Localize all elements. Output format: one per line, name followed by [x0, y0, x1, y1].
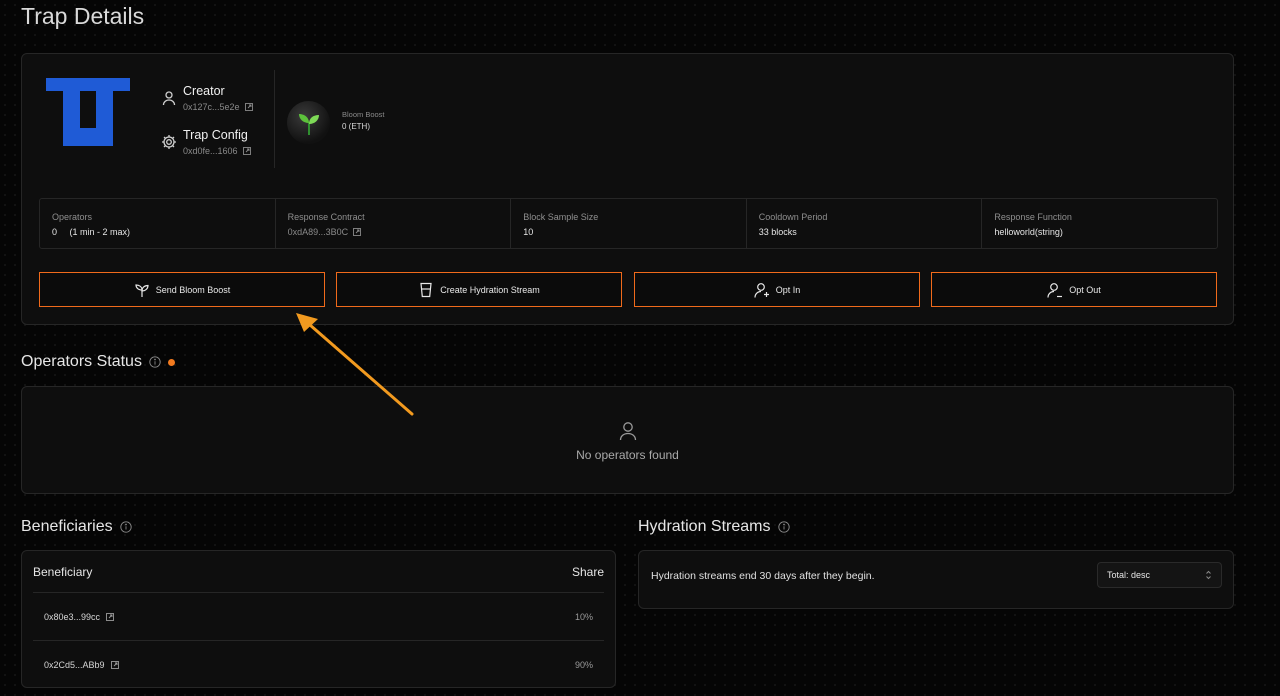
stat-value: 33 blocks	[758, 227, 797, 237]
table-header: Beneficiary Share	[33, 565, 604, 579]
bloom-boost-badge	[287, 101, 330, 144]
bloom-boost-label: Bloom Boost	[342, 110, 385, 119]
sort-select-value: Total: desc	[1107, 570, 1151, 580]
stat-response-function: Response Function helloworld(string)	[982, 199, 1217, 248]
divider	[274, 70, 275, 168]
create-hydration-stream-label: Create Hydration Stream	[440, 284, 540, 295]
external-link-icon[interactable]	[244, 103, 253, 111]
gear-icon	[162, 135, 176, 149]
stat-value: 10	[523, 227, 534, 237]
stat-label: Response Contract	[287, 212, 365, 222]
beneficiary-address[interactable]: 0x2Cd5...ABb9	[44, 660, 105, 670]
beneficiaries-table: Beneficiary Share 0x80e3...99cc 10% 0x2C…	[21, 550, 616, 688]
external-link-icon[interactable]	[110, 660, 119, 669]
table-row: 0x2Cd5...ABb9 90%	[33, 640, 604, 688]
operators-status-panel: No operators found	[21, 386, 1234, 494]
beneficiaries-heading: Beneficiaries	[21, 518, 132, 536]
creator-title: Creator	[183, 84, 225, 98]
hydration-streams-heading: Hydration Streams	[638, 518, 790, 536]
creator-info: Creator 0x127c...5e2e	[161, 84, 253, 112]
opt-out-label: Opt Out	[1069, 284, 1101, 295]
opt-out-button[interactable]: Opt Out	[931, 272, 1217, 307]
hydration-streams-text: Hydration streams end 30 days after they…	[651, 570, 875, 582]
stat-label: Response Function	[994, 212, 1072, 222]
beneficiaries-title: Beneficiaries	[21, 518, 113, 535]
stat-operators: Operators 0 (1 min - 2 max)	[40, 199, 276, 248]
trap-summary-card: Creator 0x127c...5e2e Trap Config 0xd0fe…	[21, 53, 1234, 325]
stat-value: helloworld(string)	[994, 227, 1063, 237]
info-icon[interactable]	[149, 356, 161, 368]
trap-config-info: Trap Config 0xd0fe...1606	[161, 128, 251, 156]
sprout-icon	[135, 283, 149, 297]
send-bloom-boost-button[interactable]: Send Bloom Boost	[39, 272, 325, 307]
column-header-beneficiary: Beneficiary	[33, 565, 93, 579]
user-icon	[162, 91, 176, 106]
glass-icon	[420, 282, 432, 297]
bloom-boost-value: 0 (ETH)	[342, 122, 370, 131]
response-contract-address[interactable]: 0xdA89...3B0C	[288, 227, 349, 237]
column-header-share: Share	[571, 565, 604, 579]
stat-label: Block Sample Size	[523, 212, 599, 222]
external-link-icon[interactable]	[353, 228, 362, 236]
stat-response-contract: Response Contract 0xdA89...3B0C	[276, 199, 512, 248]
user-minus-icon	[1047, 282, 1063, 298]
user-plus-icon	[754, 282, 769, 298]
hydration-streams-title: Hydration Streams	[638, 518, 771, 535]
opt-in-label: Opt In	[775, 284, 801, 295]
create-hydration-stream-button[interactable]: Create Hydration Stream	[336, 272, 622, 307]
user-icon	[619, 422, 636, 441]
page-title: Trap Details	[21, 3, 145, 29]
stats-row: Operators 0 (1 min - 2 max) Response Con…	[39, 198, 1218, 249]
operators-status-title: Operators Status	[21, 353, 142, 370]
chevron-up-down-icon	[1206, 570, 1211, 580]
trap-config-address[interactable]: 0xd0fe...1606	[183, 146, 238, 156]
stat-cooldown-period: Cooldown Period 33 blocks	[747, 199, 983, 248]
hydration-streams-panel: Hydration streams end 30 days after they…	[638, 550, 1234, 609]
send-bloom-boost-label: Send Bloom Boost	[155, 284, 231, 295]
info-icon[interactable]	[777, 521, 790, 533]
status-dot	[167, 358, 175, 366]
empty-state-text: No operators found	[576, 448, 679, 462]
external-link-icon[interactable]	[242, 147, 251, 155]
empty-state: No operators found	[22, 421, 1233, 462]
table-row: 0x80e3...99cc 10%	[33, 592, 604, 640]
stat-label: Cooldown Period	[758, 212, 828, 222]
opt-in-button[interactable]: Opt In	[634, 272, 920, 307]
stat-label: Operators	[52, 212, 93, 222]
external-link-icon[interactable]	[106, 612, 114, 621]
trap-logo	[46, 78, 130, 146]
info-icon[interactable]	[119, 521, 132, 533]
sort-select[interactable]: Total: desc	[1097, 562, 1222, 588]
beneficiary-share: 90%	[574, 659, 593, 670]
sprout-icon	[298, 113, 319, 135]
trap-config-title: Trap Config	[183, 128, 248, 142]
stat-value: 0 (1 min - 2 max)	[52, 227, 131, 237]
beneficiary-address[interactable]: 0x80e3...99cc	[44, 612, 100, 622]
beneficiary-share: 10%	[574, 611, 593, 622]
creator-address[interactable]: 0x127c...5e2e	[183, 102, 240, 112]
operators-status-heading: Operators Status	[21, 353, 175, 371]
stat-block-sample-size: Block Sample Size 10	[511, 199, 747, 248]
